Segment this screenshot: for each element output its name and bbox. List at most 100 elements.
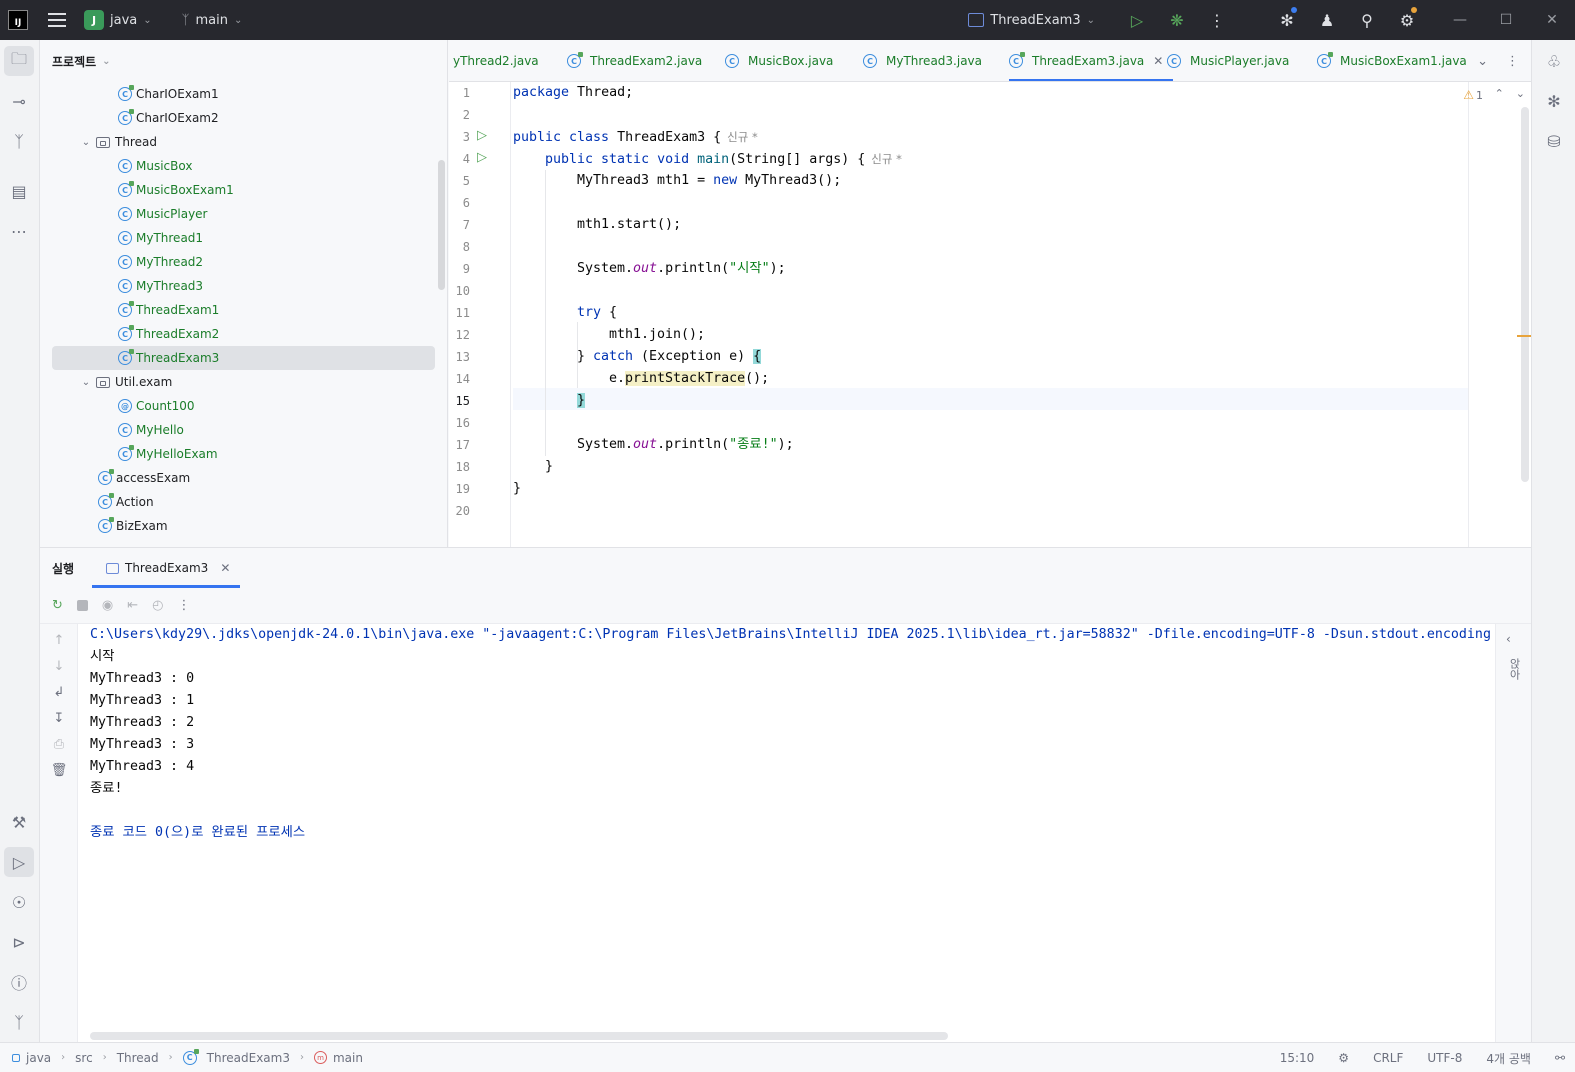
line-separator[interactable]: CRLF [1373,1051,1403,1065]
tree-item[interactable]: C ThreadExam1 [40,298,435,322]
breadcrumb-module[interactable]: java [26,1051,51,1065]
tree-package[interactable]: ⌄ Util.exam [40,370,435,394]
debug-icon[interactable]: ❋ [1157,11,1197,30]
tree-item[interactable]: C CharIOExam1 [40,82,435,106]
problems-icon[interactable]: ⓘ [4,967,34,997]
editor-tab[interactable]: C ThreadExam3.java ✕ [1009,40,1174,81]
rerun-icon[interactable]: ↻ [52,598,63,613]
warning-stripe-mark[interactable] [1517,335,1531,337]
tree-item[interactable]: C MyHelloExam [40,442,435,466]
up-arrow-icon[interactable]: ↑ [51,632,67,648]
run-configuration-selector[interactable]: ThreadExam3 ⌄ [968,13,1095,28]
main-menu-icon[interactable] [48,13,66,27]
run-tool-icon[interactable]: ▷ [4,847,34,877]
next-highlight-icon[interactable]: ⌄ [1516,87,1525,100]
inspection-widget[interactable]: ⚠ 1 [1463,88,1483,102]
build-hammer-icon[interactable]: ⚒ [4,807,34,837]
breadcrumb-src[interactable]: src [75,1051,93,1065]
terminal-icon[interactable]: ⊳ [4,927,34,957]
intellij-logo-icon[interactable]: IJ [8,10,28,30]
editor-tab[interactable]: C MusicBoxExam1.java [1317,40,1467,81]
console-horizontal-scrollbar[interactable] [90,1032,948,1040]
tree-item[interactable]: C MyThread2 [40,250,435,274]
editor-tab[interactable]: C MusicPlayer.java [1167,40,1289,81]
breadcrumb-class[interactable]: ThreadExam3 [207,1051,290,1065]
more-actions-icon[interactable]: ⋮ [178,598,191,613]
run-tab-threadexam3[interactable]: ThreadExam3 ✕ [92,548,241,588]
side-label[interactable]: 앉아 [1506,658,1522,680]
project-panel-header[interactable]: 프로젝트 ⌄ [40,40,447,82]
tree-item[interactable]: C MyHello [40,418,435,442]
file-encoding[interactable]: UTF-8 [1427,1051,1462,1065]
more-actions-icon[interactable]: ⋮ [1197,11,1237,30]
tree-item[interactable]: C MyThread1 [40,226,435,250]
maximize-window-icon[interactable]: ☐ [1483,12,1529,28]
clear-trash-icon[interactable]: 🗑 [51,762,68,778]
readonly-lock-icon[interactable]: ⚯ [1555,1051,1565,1065]
database-icon[interactable]: ⛁ [1539,126,1569,156]
tab-list-chevron-icon[interactable]: ⌄ [1477,54,1488,69]
close-window-icon[interactable]: ✕ [1529,12,1575,28]
add-user-icon[interactable]: ♟ [1307,11,1347,30]
close-icon[interactable]: ✕ [220,561,230,575]
project-selector[interactable]: J java ⌄ [84,10,152,30]
editor-tab[interactable]: yThread2.java [453,40,539,81]
tree-item[interactable]: C ThreadExam3 [52,346,435,370]
project-scrollbar[interactable] [438,160,445,290]
editor-tab[interactable]: C MusicBox.java [725,40,833,81]
run-icon[interactable]: ▷ [1117,11,1157,30]
commit-icon[interactable]: ⊸ [4,86,34,116]
scroll-to-end-icon[interactable]: ↧ [51,710,67,726]
console-output[interactable]: C:\Users\kdy29\.jdks\openjdk-24.0.1\bin\… [90,624,1491,1029]
services-icon[interactable]: ☉ [4,887,34,917]
structure-icon[interactable]: ▤ [4,176,34,206]
chevron-left-icon[interactable]: ‹ [1506,632,1511,646]
editor-tab[interactable]: C ThreadExam2.java [567,40,702,81]
print-icon[interactable]: ⎙ [51,736,67,752]
chevron-down-icon[interactable]: ⌄ [78,137,94,148]
tree-item[interactable]: @ Count100 [40,394,435,418]
dump-threads-camera-icon[interactable]: ◉ [102,598,113,613]
code-editor[interactable]: ▷ ▷ 1 2 3 4 5 6 7 8 9 10 11 12 13 14 15 16 17 18 19 20 pack… [449,82,1531,547]
breadcrumb-method[interactable]: main [333,1051,363,1065]
close-tab-icon[interactable]: ✕ [1153,54,1163,68]
settings-gear-icon[interactable]: ⚙ [1387,6,1427,30]
down-arrow-icon[interactable]: ↓ [51,658,67,674]
stop-icon[interactable] [76,600,88,611]
profiler-icon[interactable]: ◴ [152,598,163,613]
notifications-bell-icon[interactable]: ♧ [1539,46,1569,76]
run-main-gutter-icon[interactable]: ▷ [477,150,491,165]
editor-scrollbar[interactable] [1521,107,1529,482]
tree-item[interactable]: C MusicBoxExam1 [40,178,435,202]
tree-item[interactable]: CaccessExam [40,466,435,490]
tree-item[interactable]: C Action [40,490,435,514]
pull-requests-icon[interactable]: ᛉ [4,126,34,156]
ai-chat-icon[interactable]: ✻ [1539,86,1569,116]
caret-position[interactable]: 15:10 [1280,1051,1315,1065]
tree-item[interactable]: C ThreadExam2 [40,322,435,346]
git-icon[interactable]: ᛉ [4,1007,34,1037]
search-icon[interactable]: ⚲ [1347,11,1387,30]
chevron-down-icon[interactable]: ⌄ [78,377,94,388]
vcs-branch-selector[interactable]: ᛉ main ⌄ [182,13,243,28]
previous-highlight-icon[interactable]: ⌃ [1495,87,1504,100]
breadcrumb-package[interactable]: Thread [117,1051,159,1065]
tree-item[interactable]: C MusicBox [40,154,435,178]
minimize-window-icon[interactable]: — [1437,12,1483,28]
run-class-gutter-icon[interactable]: ▷ [477,128,491,143]
more-tools-icon[interactable]: ⋯ [4,216,34,246]
editor-tab[interactable]: C MyThread3.java [863,40,982,81]
soft-wrap-icon[interactable]: ↲ [51,684,67,700]
tree-package[interactable]: ⌄ Thread [40,130,435,154]
project-folder-icon[interactable]: 🗀 [4,46,34,76]
tree-item[interactable]: C MyThread3 [40,274,435,298]
vcs-lock-icon[interactable]: ⚙ [1338,1051,1349,1065]
tree-item[interactable]: C BizExam [40,514,435,538]
ai-assistant-icon[interactable]: ✻ [1267,6,1307,30]
tab-more-icon[interactable]: ⋮ [1506,54,1519,69]
tree-item[interactable]: C MusicPlayer [40,202,435,226]
tree-item[interactable]: C CharIOExam2 [40,106,435,130]
exit-icon[interactable]: ⇤ [127,598,138,613]
indent-setting[interactable]: 4개 공백 [1486,1050,1531,1067]
tree-item-label: MyThread3 [136,279,204,293]
